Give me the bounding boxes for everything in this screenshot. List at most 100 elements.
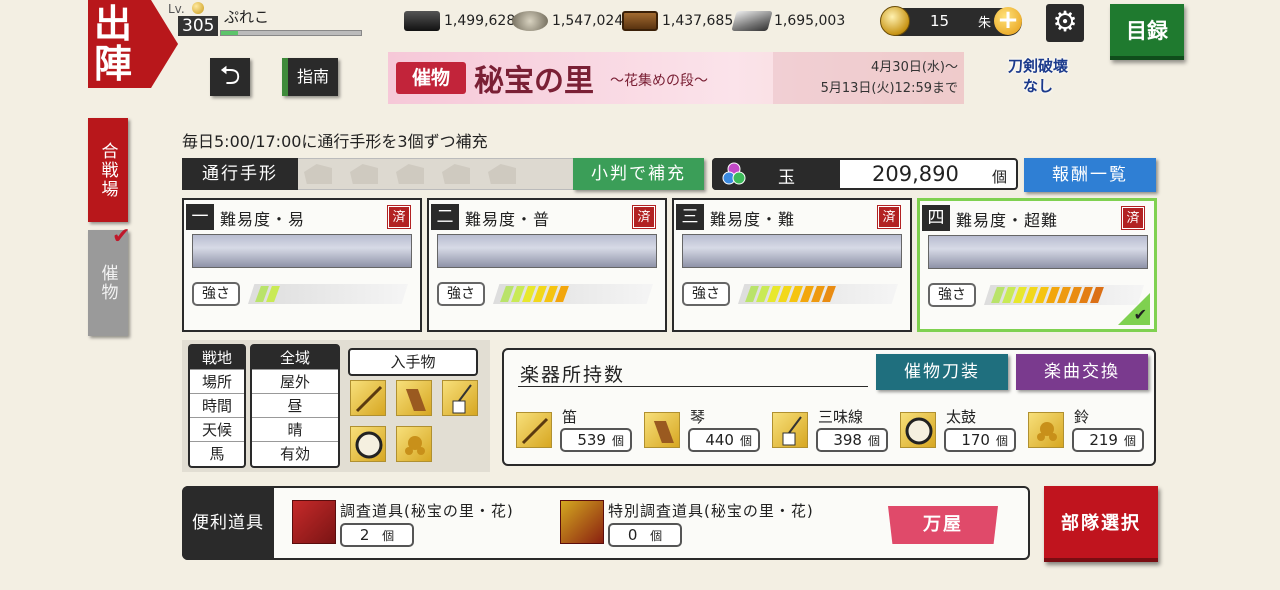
instrument-name: 三味線 <box>818 408 864 426</box>
difficulty-title: 難易度・超難 <box>956 211 1059 230</box>
strength-label: 強さ <box>928 283 976 307</box>
shamisen-icon <box>772 412 808 448</box>
no-break-line2: なし <box>1022 77 1053 95</box>
music-exchange-button[interactable]: 楽曲交換 <box>1016 354 1148 390</box>
difficulty-number: 四 <box>922 205 950 231</box>
tool-count-value: 0 <box>627 526 638 544</box>
strength-bar <box>738 284 898 304</box>
tab-event-check-icon: ✔ <box>112 224 131 249</box>
event-banner[interactable]: 催物 秘宝の里 〜花集めの段〜 4月30日(水)〜 5月13日(火)12:59ま… <box>388 52 964 104</box>
instrument-count: 219 個 <box>1072 428 1144 452</box>
tama-unit: 個 <box>992 168 1008 186</box>
banner-title: 秘宝の里 <box>474 64 594 99</box>
banner-period-start: 4月30日(水)〜 <box>871 60 958 75</box>
instrument-count-unit: 個 <box>739 434 752 448</box>
banner-period-end: 5月13日(火)12:59まで <box>820 81 958 96</box>
strength-segment <box>822 286 836 302</box>
tama-icon <box>722 162 746 185</box>
reward-list-button[interactable]: 報酬一覧 <box>1024 158 1156 192</box>
whetstone-icon <box>731 11 773 31</box>
cleared-badge: 済 <box>387 205 411 229</box>
resource-steel: 1,547,024 <box>512 10 623 32</box>
difficulty-card[interactable]: 二難易度・普 済強さ <box>427 198 667 332</box>
difficulty-landscape-image <box>682 234 902 268</box>
strength-segment <box>1090 287 1104 303</box>
divider <box>518 386 868 387</box>
steel-icon <box>512 11 548 31</box>
strength-label: 強さ <box>192 282 240 306</box>
tama-value: 209,890 <box>872 162 959 186</box>
difficulty-title: 難易度・難 <box>710 210 796 229</box>
tama-label: 玉 <box>778 168 795 188</box>
field-values: 全域 屋外 昼 晴 有効 <box>250 344 340 468</box>
level-label: Lv. <box>168 2 185 16</box>
strength-segment <box>555 286 569 302</box>
back-button[interactable]: ⮌ <box>210 58 250 96</box>
water-box-icon <box>622 11 658 31</box>
pass-label: 通行手形 <box>182 158 298 190</box>
flute-icon <box>516 412 552 448</box>
difficulty-card[interactable]: 一難易度・易 済強さ <box>182 198 422 332</box>
exp-bar-fill <box>221 31 238 35</box>
taiko-icon[interactable] <box>350 426 386 462</box>
sortie-title: 出 陣 <box>88 0 178 88</box>
tool-count-value: 2 <box>359 526 370 544</box>
difficulty-card[interactable]: 三難易度・難 済強さ <box>672 198 912 332</box>
koto-icon[interactable] <box>396 380 432 416</box>
instrument-count: 440 個 <box>688 428 760 452</box>
taiko-icon <box>900 412 936 448</box>
tool-count-unit: 個 <box>650 529 663 543</box>
event-equipment-button[interactable]: 催物刀装 <box>876 354 1008 390</box>
koban-unit: 朱 <box>978 16 992 31</box>
refill-notice: 毎日5:00/17:00に通行手形を3個ずつ補充 <box>182 132 488 151</box>
squad-select-button[interactable]: 部隊選択 <box>1044 486 1158 562</box>
instrument-name: 太鼓 <box>946 408 977 426</box>
field-label: 天候 <box>190 418 244 442</box>
guide-button[interactable]: 指南 <box>282 58 338 96</box>
field-value: 屋外 <box>252 370 338 394</box>
resource-value: 1,499,628 <box>444 13 516 29</box>
instrument-count-value: 170 <box>961 431 990 449</box>
resource-whetstone: 1,695,003 <box>731 10 845 32</box>
cleared-badge: 済 <box>632 205 656 229</box>
instrument-count-value: 539 <box>577 431 606 449</box>
instrument-count-value: 440 <box>705 431 734 449</box>
difficulty-card[interactable]: 四難易度・超難済強さ ✔ <box>917 198 1157 332</box>
instrument-count-unit: 個 <box>867 434 880 448</box>
resource-value: 1,547,024 <box>552 13 624 29</box>
suzu-icon <box>1028 412 1064 448</box>
strength-bar <box>493 284 653 304</box>
refill-with-koban-button[interactable]: 小判で補充 <box>573 158 704 190</box>
settings-gear-icon[interactable]: ⚙ <box>1046 4 1084 42</box>
flute-icon[interactable] <box>350 380 386 416</box>
field-value: 昼 <box>252 394 338 418</box>
no-break-notice: 刀剣破壊 なし <box>998 56 1078 104</box>
shamisen-icon[interactable] <box>442 380 478 416</box>
koban-add-button[interactable]: + <box>994 7 1022 35</box>
catalog-button[interactable]: 目録 <box>1110 4 1184 60</box>
instrument-count: 170 個 <box>944 428 1016 452</box>
cleared-badge: 済 <box>1121 206 1145 230</box>
tool-name: 特別調査道具(秘宝の里・花) <box>608 502 814 520</box>
tool-count: 2 個 <box>340 523 414 547</box>
field-label: 場所 <box>190 370 244 394</box>
instrument-name: 琴 <box>690 408 706 426</box>
resource-cooling: 1,437,685 <box>622 10 733 32</box>
gift-box-special-icon <box>560 500 604 544</box>
shop-button[interactable]: 万屋 <box>888 506 998 544</box>
resource-value: 1,437,685 <box>662 13 734 29</box>
difficulty-landscape-image <box>192 234 412 268</box>
field-label: 馬 <box>209 445 225 463</box>
field-labels: 戦地 場所 時間 天候 馬 <box>188 344 246 468</box>
difficulty-number: 一 <box>186 204 214 230</box>
instrument-count-unit: 個 <box>611 434 624 448</box>
koban-icon <box>880 6 910 36</box>
suzu-icon[interactable] <box>396 426 432 462</box>
difficulty-landscape-image <box>928 235 1148 269</box>
tab-battle-field[interactable]: 合戦場 <box>88 118 128 222</box>
instrument-name: 鈴 <box>1074 408 1090 426</box>
instrument-count: 398 個 <box>816 428 888 452</box>
field-value: 有効 <box>279 445 310 463</box>
tool-name: 調査道具(秘宝の里・花) <box>340 502 514 520</box>
tools-label: 便利道具 <box>182 486 274 560</box>
